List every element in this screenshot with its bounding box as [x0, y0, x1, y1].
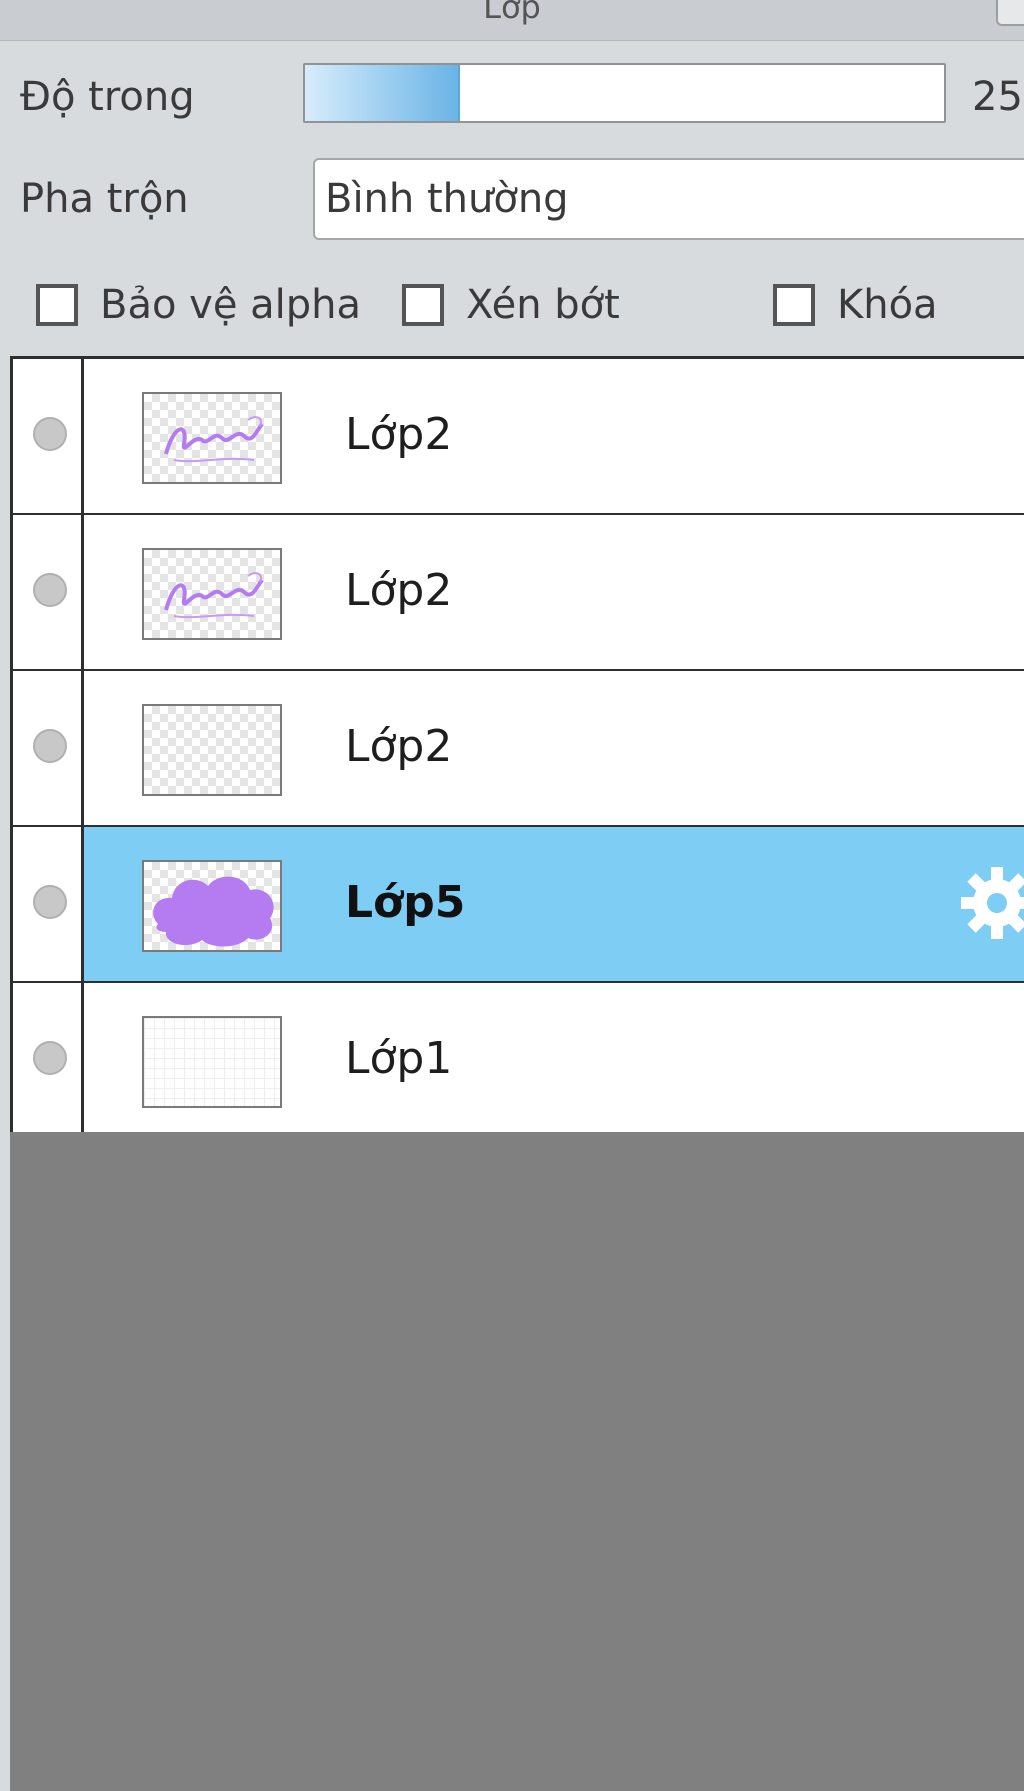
- layer-row-body[interactable]: Lớp2: [84, 359, 1024, 513]
- panel-title: Lớp: [483, 0, 541, 26]
- layer-row-body[interactable]: Lớp5: [84, 827, 1024, 981]
- visibility-dot-icon: [33, 417, 67, 451]
- layer-visibility-toggle[interactable]: [13, 515, 84, 669]
- blend-mode-value: Bình thường: [325, 176, 569, 222]
- layer-row[interactable]: Lớp2: [13, 671, 1024, 827]
- gear-icon[interactable]: [957, 863, 1024, 943]
- layer-list: Lớp2 Lớp2 Lớp2 Lớp5 Lớp1: [10, 356, 1024, 1139]
- layer-visibility-toggle[interactable]: [13, 827, 84, 981]
- clip-label: Xén bớt: [466, 282, 620, 328]
- lock-label: Khóa: [837, 282, 938, 328]
- lock-box[interactable]: [773, 284, 815, 326]
- layer-row[interactable]: Lớp2: [13, 515, 1024, 671]
- layer-list-empty-area: [10, 1132, 1024, 1791]
- layer-row-body[interactable]: Lớp1: [84, 983, 1024, 1139]
- opacity-value: 25: [972, 74, 1023, 120]
- layer-thumbnail: [142, 1016, 282, 1108]
- text-sketch-icon: [164, 572, 264, 619]
- visibility-dot-icon: [33, 573, 67, 607]
- layer-thumbnail: [142, 704, 282, 796]
- layer-visibility-toggle[interactable]: [13, 983, 84, 1139]
- layer-name: Lớp5: [345, 877, 466, 928]
- layer-thumbnail: [142, 392, 282, 484]
- visibility-dot-icon: [33, 729, 67, 763]
- layer-visibility-toggle[interactable]: [13, 359, 84, 513]
- layer-name: Lớp2: [345, 721, 453, 772]
- protect-alpha-box[interactable]: [36, 284, 78, 326]
- layer-row-selected[interactable]: Lớp5: [13, 827, 1024, 983]
- layer-row[interactable]: Lớp2: [13, 359, 1024, 515]
- layer-row-body[interactable]: Lớp2: [84, 671, 1024, 825]
- layer-visibility-toggle[interactable]: [13, 671, 84, 825]
- panel-menu-button[interactable]: [996, 0, 1024, 26]
- layer-thumbnail: [142, 548, 282, 640]
- opacity-label: Độ trong: [20, 74, 195, 120]
- opacity-slider-fill: [305, 65, 461, 121]
- visibility-dot-icon: [33, 885, 67, 919]
- layer-name: Lớp1: [345, 1033, 453, 1084]
- protect-alpha-checkbox[interactable]: Bảo vệ alpha: [36, 282, 361, 328]
- visibility-dot-icon: [33, 1041, 67, 1075]
- text-sketch-icon: [164, 416, 264, 463]
- panel-title-bar: Lớp: [0, 0, 1024, 41]
- lock-checkbox[interactable]: Khóa: [773, 282, 938, 328]
- layer-row-body[interactable]: Lớp2: [84, 515, 1024, 669]
- clip-box[interactable]: [402, 284, 444, 326]
- cloud-shape-icon: [153, 876, 274, 947]
- layer-name: Lớp2: [345, 565, 453, 616]
- opacity-slider[interactable]: [303, 63, 946, 123]
- clip-checkbox[interactable]: Xén bớt: [402, 282, 620, 328]
- blend-mode-label: Pha trộn: [20, 176, 189, 222]
- layer-thumbnail: [142, 860, 282, 952]
- layer-name: Lớp2: [345, 409, 453, 460]
- layer-row[interactable]: Lớp1: [13, 983, 1024, 1139]
- blend-mode-select[interactable]: Bình thường: [313, 158, 1024, 240]
- protect-alpha-label: Bảo vệ alpha: [100, 282, 362, 328]
